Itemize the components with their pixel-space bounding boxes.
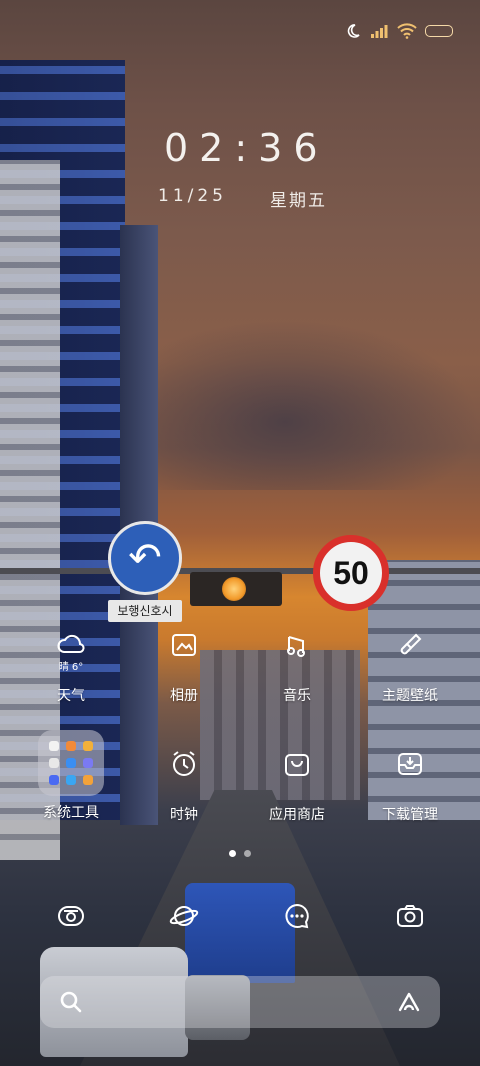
app-label: 天气 (57, 688, 85, 704)
lock-clock-time: 02:36 (164, 126, 329, 170)
app-label: 音乐 (283, 688, 311, 704)
status-bar (343, 22, 454, 40)
app-store[interactable]: 应用商店 (252, 734, 342, 824)
app-label: 相册 (170, 688, 198, 704)
gallery-icon (154, 615, 214, 675)
messages-icon[interactable] (267, 886, 327, 946)
weather-temp: 晴 6° (58, 662, 84, 673)
search-icon[interactable] (58, 989, 84, 1015)
music-icon (267, 615, 327, 675)
app-store-icon (267, 734, 327, 794)
app-label: 应用商店 (269, 807, 325, 823)
assistant-a-icon[interactable] (396, 989, 422, 1015)
app-label: 主题壁纸 (382, 688, 438, 704)
app-gallery[interactable]: 相册 (139, 615, 229, 705)
phone-icon[interactable] (41, 886, 101, 946)
browser-planet-icon[interactable] (154, 886, 214, 946)
clock-icon (154, 734, 214, 794)
signal-icon (370, 22, 390, 40)
page-indicator[interactable] (0, 850, 480, 857)
camera-icon[interactable] (380, 886, 440, 946)
app-downloads[interactable]: 下载管理 (365, 734, 455, 824)
app-music[interactable]: 音乐 (252, 615, 342, 705)
app-label: 系统工具 (43, 805, 99, 821)
app-folder-system-tools[interactable]: 系统工具 (26, 730, 116, 822)
battery-icon (424, 22, 454, 40)
page-dot-1[interactable] (229, 850, 236, 857)
weather-icon: 晴 6° (41, 615, 101, 675)
app-themes[interactable]: 主题壁纸 (365, 615, 455, 705)
page-dot-2[interactable] (244, 850, 251, 857)
clock-weekday: 星期五 (270, 191, 327, 211)
app-label: 时钟 (170, 807, 198, 823)
wifi-icon (397, 22, 417, 40)
app-label: 下载管理 (382, 807, 438, 823)
app-weather[interactable]: 晴 6° 天气 (26, 615, 116, 705)
wallpaper-traffic-light (190, 572, 282, 606)
app-clock[interactable]: 时钟 (139, 734, 229, 824)
theme-brush-icon (380, 615, 440, 675)
moon-icon (343, 22, 363, 40)
download-manager-icon (380, 734, 440, 794)
clock-date: 11/25 (158, 186, 227, 206)
folder-icon (38, 730, 104, 796)
wallpaper-cloud (155, 320, 480, 490)
wallpaper-speed-sign: 50 (313, 535, 389, 611)
search-bar[interactable] (40, 976, 440, 1028)
wallpaper-uturn-sign: ↶ (108, 521, 182, 595)
